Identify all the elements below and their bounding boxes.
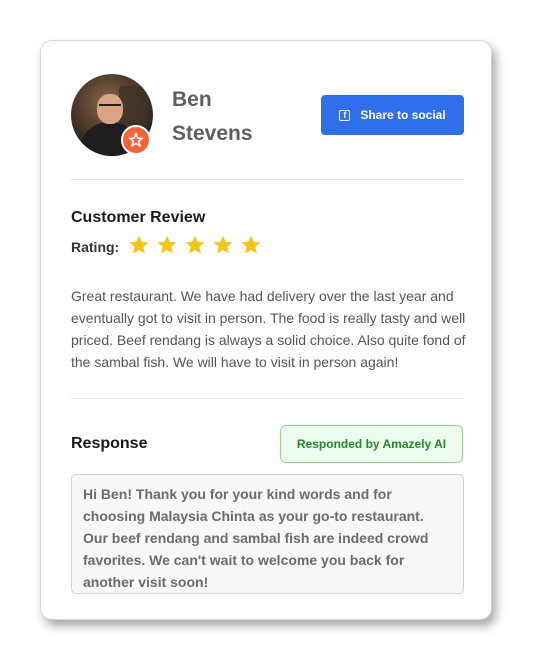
rating-label: Rating: — [71, 239, 120, 255]
review-text: Great restaurant. We have had delivery o… — [71, 288, 466, 370]
response-textarea[interactable]: Hi Ben! Thank you for your kind words an… — [71, 474, 464, 594]
reviewer-name: Ben Stevens — [172, 83, 292, 151]
divider — [71, 398, 464, 399]
response-title: Response — [71, 435, 148, 452]
star-icon — [129, 235, 149, 254]
badge-star-icon — [128, 132, 144, 147]
star-icon — [185, 235, 205, 254]
share-to-social-button[interactable]: f Share to social — [321, 95, 464, 135]
star-badge-icon — [121, 125, 151, 155]
star-icon — [157, 235, 177, 254]
avatar-glasses — [99, 104, 121, 111]
star-icon — [241, 235, 261, 254]
avatar-background — [119, 86, 147, 126]
customer-review-title: Customer Review — [71, 209, 206, 226]
reviewer-last-name: Stevens — [172, 122, 253, 145]
responded-by-ai-badge: Responded by Amazely AI — [280, 425, 463, 463]
share-button-label: Share to social — [360, 108, 446, 122]
divider — [71, 179, 464, 180]
rating-stars — [128, 234, 262, 256]
review-card: Ben Stevens f Share to social Customer R… — [40, 40, 492, 620]
reviewer-first-name: Ben — [172, 88, 212, 111]
star-icon — [213, 235, 233, 254]
facebook-icon: f — [339, 109, 351, 121]
